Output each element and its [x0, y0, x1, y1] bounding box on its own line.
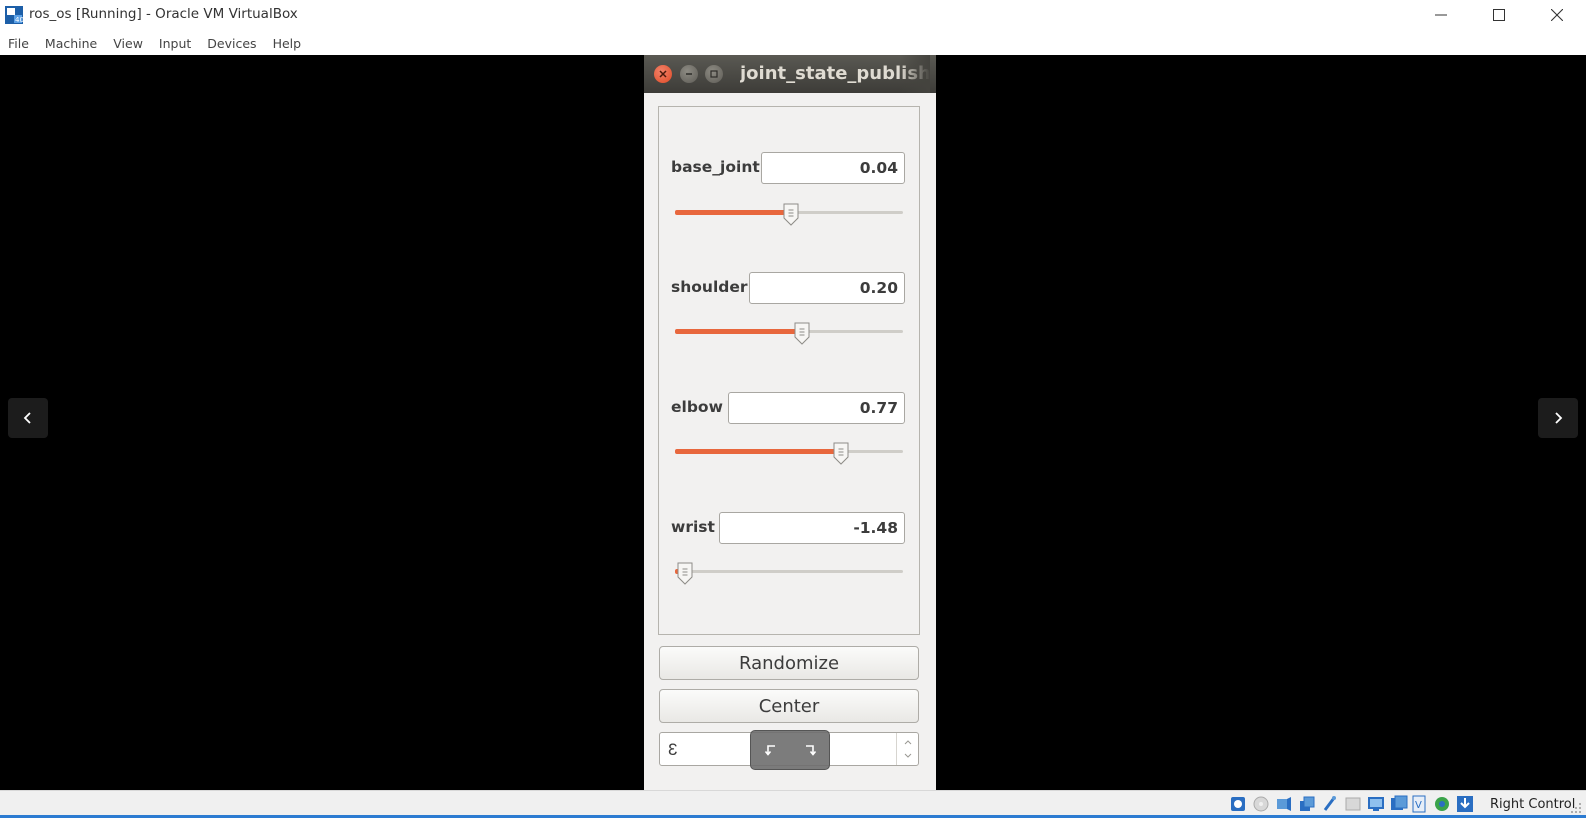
spin-value: 3: [668, 740, 678, 759]
slider-elbow[interactable]: [675, 440, 903, 465]
menu-bar: File Machine View Input Devices Help: [0, 33, 1586, 55]
guest-additions-icon[interactable]: [1433, 795, 1451, 813]
guest-close-button[interactable]: [654, 65, 672, 83]
resize-grip-icon[interactable]: [1570, 802, 1582, 814]
slider-fill: [675, 329, 802, 334]
rotate-overlay[interactable]: [750, 730, 830, 770]
title-bar: 40 ros_os [Running] - Oracle VM VirtualB…: [0, 0, 1586, 30]
vm-display[interactable]: joint_state_publish base_joint 0.04 shou…: [0, 55, 1586, 790]
joints-frame: [658, 106, 920, 635]
previous-arrow-button[interactable]: [8, 398, 48, 438]
randomize-button[interactable]: Randomize: [659, 646, 919, 680]
menu-view[interactable]: View: [109, 33, 151, 55]
slider-fill: [675, 210, 791, 215]
rotate-left-icon[interactable]: [764, 743, 778, 757]
joint-value-base-joint[interactable]: 0.04: [761, 152, 905, 184]
audio-icon[interactable]: [1275, 795, 1293, 813]
guest-title-bar: joint_state_publish: [644, 55, 936, 93]
window-title: ros_os [Running] - Oracle VM VirtualBox: [29, 6, 298, 22]
close-icon: [659, 70, 667, 78]
spin-up-down-icon: [904, 740, 912, 758]
slider-thumb[interactable]: [832, 441, 850, 465]
menu-file[interactable]: File: [4, 33, 37, 55]
joint-value-elbow[interactable]: 0.77: [728, 392, 905, 424]
virtualbox-icon: 40: [4, 5, 24, 25]
slider-track: [675, 570, 903, 573]
joint-value-wrist[interactable]: -1.48: [719, 512, 905, 544]
guest-minimize-button[interactable]: [680, 65, 698, 83]
title-fade: [900, 55, 930, 93]
hard-disk-icon[interactable]: [1229, 795, 1247, 813]
joint-value-shoulder[interactable]: 0.20: [749, 272, 905, 304]
minimize-icon: [686, 73, 692, 75]
maximize-button[interactable]: [1470, 0, 1528, 30]
svg-text:40: 40: [15, 16, 24, 24]
spin-arrows[interactable]: [896, 733, 918, 765]
slider-base-joint[interactable]: [675, 201, 903, 226]
slider-fill: [675, 449, 841, 454]
menu-help[interactable]: Help: [269, 33, 310, 55]
menu-machine[interactable]: Machine: [41, 33, 105, 55]
display-icon[interactable]: [1367, 795, 1385, 813]
keyboard-capture-icon[interactable]: [1456, 795, 1474, 813]
video-capture-icon[interactable]: [1390, 795, 1408, 813]
host-key-label: Right Control: [1490, 797, 1576, 812]
menu-input[interactable]: Input: [155, 33, 199, 55]
minimize-button[interactable]: [1412, 0, 1470, 30]
shared-folders-icon[interactable]: [1344, 795, 1362, 813]
usb-icon[interactable]: [1321, 795, 1339, 813]
maximize-icon: [710, 70, 718, 78]
rotate-right-icon[interactable]: [803, 743, 817, 757]
status-bar: V Right Control: [0, 790, 1586, 818]
menu-devices[interactable]: Devices: [203, 33, 264, 55]
slider-thumb[interactable]: [782, 202, 800, 226]
slider-wrist[interactable]: [675, 560, 903, 585]
svg-text:V: V: [1415, 800, 1422, 811]
chevron-right-icon: [1555, 412, 1563, 424]
slider-thumb[interactable]: [793, 321, 811, 345]
guest-maximize-button[interactable]: [705, 65, 723, 83]
optical-drive-icon[interactable]: [1252, 795, 1270, 813]
network-icon[interactable]: [1298, 795, 1316, 813]
joint-label-elbow: elbow: [671, 398, 723, 416]
virtualization-icon[interactable]: V: [1410, 795, 1428, 813]
chevron-left-icon: [23, 412, 31, 424]
next-arrow-button[interactable]: [1538, 398, 1578, 438]
close-button[interactable]: [1528, 0, 1586, 30]
joint-label-wrist: wrist: [671, 518, 715, 536]
slider-shoulder[interactable]: [675, 320, 903, 345]
center-button[interactable]: Center: [659, 689, 919, 723]
joint-label-shoulder: shoulder: [671, 278, 748, 296]
slider-thumb[interactable]: [676, 561, 694, 585]
joint-state-publisher-window: joint_state_publish base_joint 0.04 shou…: [644, 55, 936, 790]
joint-label-base-joint: base_joint: [671, 158, 760, 176]
